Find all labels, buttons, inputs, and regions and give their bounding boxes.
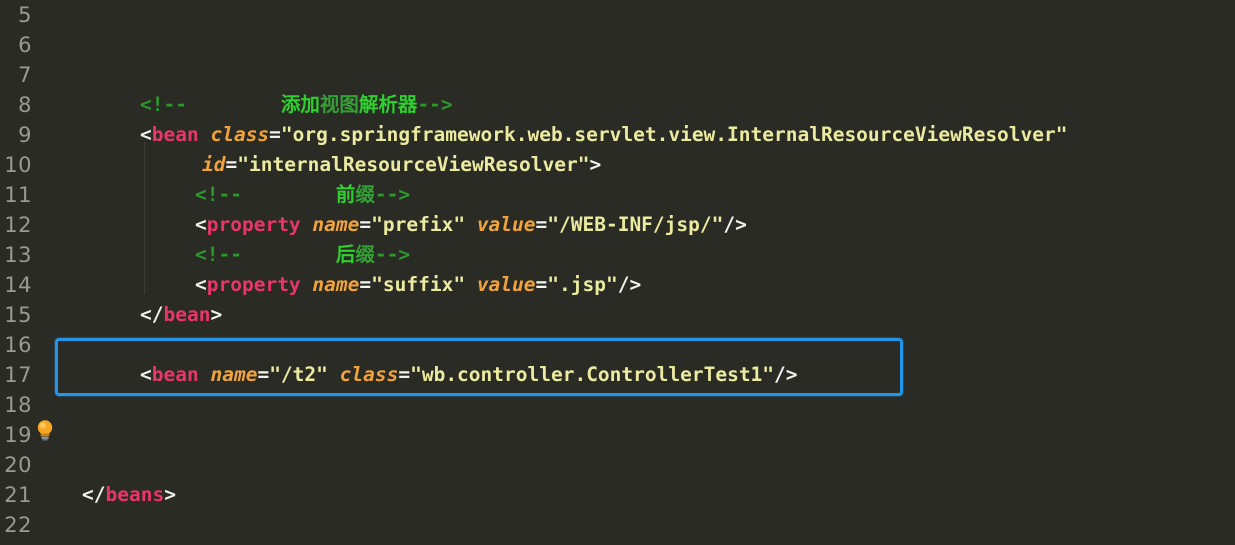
gutter-line-number: 11 (4, 183, 32, 207)
gutter-line-number: 15 (4, 303, 32, 327)
code-token-eq: = (535, 213, 548, 236)
code-token-attr: value (476, 213, 536, 236)
code-token-cmt-cjk-dim: 视图 (319, 93, 359, 116)
code-token-cmt: <!-- (195, 183, 242, 206)
code-token-attr: name (312, 273, 360, 296)
code-token-cmt: --> (374, 243, 411, 266)
code-token-tag: beans (105, 483, 165, 506)
code-line[interactable]: </beans> (82, 480, 176, 510)
code-token-eq: = (269, 123, 281, 146)
code-token-cmt (242, 243, 336, 266)
code-token-tag: property (206, 213, 301, 236)
code-token-attr: id (202, 153, 226, 176)
gutter-line-number: 18 (4, 393, 32, 417)
code-token-punc (301, 213, 313, 236)
code-token-eq: = (535, 273, 548, 296)
code-token-cmt-cjk: 前 (335, 183, 356, 206)
code-token-punc: </ (140, 303, 164, 326)
code-token-tag: property (206, 273, 301, 296)
code-token-attr: value (476, 273, 536, 296)
code-token-punc (465, 273, 477, 296)
code-token-val: ".jsp" (547, 273, 618, 296)
gutter-line-number: 22 (4, 513, 32, 537)
code-line[interactable]: id="internalResourceViewResolver"> (202, 150, 601, 180)
code-token-punc: < (195, 273, 207, 296)
code-token-cmt: <!-- (140, 93, 187, 116)
gutter-line-number: 13 (4, 243, 32, 267)
code-token-cmt-cjk: 后 (335, 243, 356, 266)
code-token-cmt-cjk: 添加 (280, 93, 320, 116)
code-line[interactable]: <!-- 前缀--> (195, 180, 410, 210)
code-token-attr: class (210, 123, 270, 146)
lightbulb-icon[interactable] (34, 418, 56, 442)
code-token-cmt: <!-- (195, 243, 242, 266)
code-token-eq: = (359, 273, 372, 296)
gutter-line-number: 8 (18, 93, 32, 117)
code-token-punc: /> (617, 273, 642, 296)
code-token-punc: > (210, 303, 223, 326)
code-line[interactable]: <bean class="org.springframework.web.ser… (140, 120, 1068, 150)
code-line[interactable]: <property name="prefix" value="/WEB-INF/… (195, 210, 747, 240)
code-editor-screen: 5 6 7 8 9 10 11 12 13 14 15 16 17 18 19 20 21 22 <!-- 添加视… (0, 0, 1235, 545)
code-token-tag: bean (163, 303, 211, 326)
editor-gutter[interactable]: 5 6 7 8 9 10 11 12 13 14 15 16 17 18 19 20 21 22 (0, 0, 62, 545)
code-token-eq: = (359, 213, 372, 236)
code-token-val: "internalResourceViewResolver" (237, 153, 590, 176)
gutter-line-number: 16 (4, 333, 32, 357)
gutter-line-number: 17 (4, 363, 32, 387)
gutter-line-number: 5 (18, 3, 32, 27)
editor-code-area[interactable]: <!-- 添加视图解析器--> <bean class="org.springfr… (62, 0, 1235, 545)
code-token-cmt-cjk-dim: 缀 (355, 183, 375, 206)
gutter-line-number: 14 (4, 273, 32, 297)
gutter-line-number: 7 (18, 63, 32, 87)
code-token-punc (199, 123, 211, 146)
code-token-punc: /> (723, 213, 747, 236)
code-token-attr: name (312, 213, 360, 236)
selection-highlight-rectangle (55, 338, 903, 396)
gutter-line-number: 12 (4, 213, 32, 237)
code-token-cmt: --> (417, 93, 453, 116)
code-line[interactable]: <!-- 添加视图解析器--> (140, 90, 453, 120)
code-token-val: "org.springframework.web.servlet.view.In… (280, 123, 1068, 146)
code-token-val: "prefix" (371, 213, 466, 236)
code-token-punc (465, 213, 477, 236)
code-token-tag: bean (151, 123, 199, 146)
gutter-line-number: 10 (4, 153, 32, 177)
code-token-punc: > (589, 153, 602, 176)
code-line[interactable]: <property name="suffix" value=".jsp"/> (195, 270, 641, 300)
code-token-punc: < (140, 123, 152, 146)
code-line[interactable]: </bean> (140, 300, 222, 330)
code-token-val: "suffix" (371, 273, 466, 296)
gutter-line-number: 6 (18, 33, 32, 57)
code-token-punc (301, 273, 313, 296)
code-token-cmt-cjk: 解析器 (358, 93, 418, 116)
gutter-line-number: 9 (18, 123, 32, 147)
code-token-cmt-cjk-dim: 缀 (355, 243, 375, 266)
code-token-val: "/WEB-INF/jsp/" (547, 213, 724, 236)
gutter-line-number: 19 (4, 423, 32, 447)
code-token-cmt: --> (374, 183, 411, 206)
code-token-punc: > (164, 483, 176, 506)
code-token-punc: </ (82, 483, 106, 506)
code-token-cmt (242, 183, 336, 206)
gutter-line-number: 20 (4, 453, 32, 477)
code-line[interactable]: <!-- 后缀--> (195, 240, 410, 270)
indent-guide (144, 142, 145, 294)
code-token-cmt (187, 93, 281, 116)
gutter-line-number: 21 (4, 483, 32, 507)
code-token-punc: < (195, 213, 207, 236)
code-token-eq: = (225, 153, 238, 176)
